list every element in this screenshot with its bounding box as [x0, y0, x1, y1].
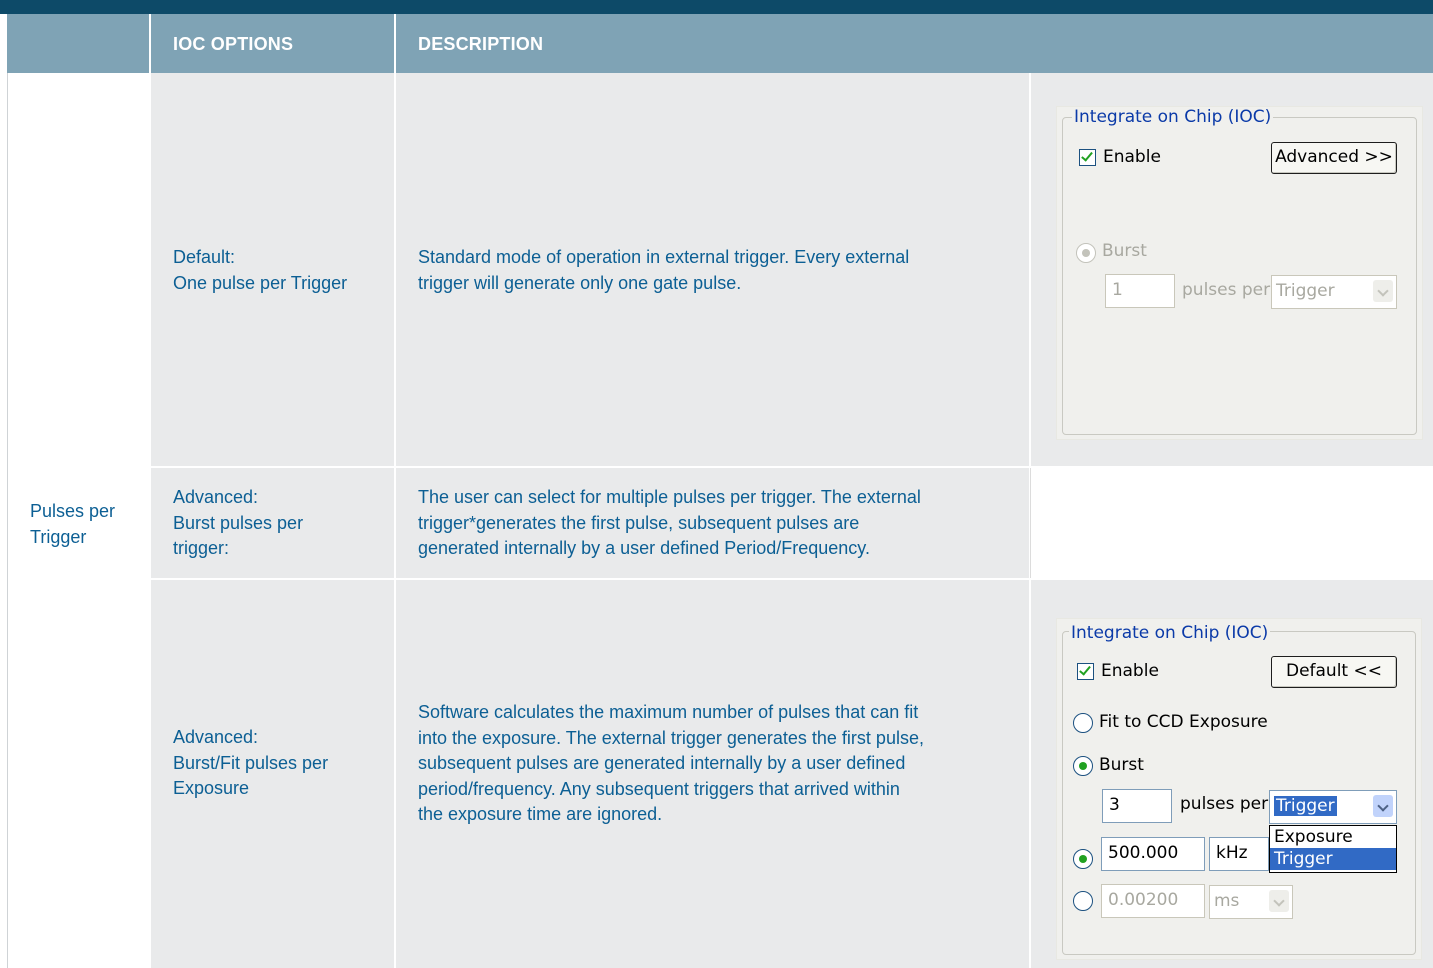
frequency-unit-select[interactable]: kHz: [1209, 837, 1269, 871]
chevron-down-icon[interactable]: [1373, 280, 1393, 302]
per-select-2[interactable]: Trigger: [1269, 790, 1397, 824]
pulses-input-2[interactable]: 3: [1102, 789, 1172, 823]
header-description: DESCRIPTION: [418, 34, 544, 54]
row-group-label: Pulses per Trigger: [30, 501, 116, 547]
row-3-option: Advanced: Burst/Fit pulses per Exposure: [173, 727, 329, 798]
ioc-dialog-default: Integrate on Chip (IOC) Enable Advanced …: [1056, 106, 1423, 440]
row-2-description: The user can select for multiple pulses …: [418, 487, 921, 558]
row-1-option: Default: One pulse per Trigger: [173, 247, 348, 293]
ioc-group-title: Integrate on Chip (IOC): [1072, 107, 1274, 127]
burst-radio[interactable]: [1076, 243, 1096, 263]
header-cell-empty: [7, 14, 149, 73]
dropdown-option-trigger[interactable]: Trigger: [1270, 848, 1396, 870]
dropdown-option-exposure[interactable]: Exposure: [1270, 826, 1396, 848]
header-cell-description: [396, 14, 1433, 73]
per-select-2-value: Trigger: [1274, 796, 1337, 816]
per-select-value: Trigger: [1276, 281, 1335, 301]
enable-checkbox-2[interactable]: [1077, 663, 1094, 680]
col-divider-row2: [1030, 468, 1031, 578]
per-dropdown-list: Exposure Trigger: [1269, 825, 1397, 873]
ioc-dialog-advanced: Integrate on Chip (IOC) Enable Default <…: [1056, 618, 1422, 960]
period-radio[interactable]: [1073, 891, 1093, 911]
advanced-button[interactable]: Advanced >>: [1271, 142, 1397, 174]
enable-label-2: Enable: [1101, 661, 1159, 681]
burst-label-2: Burst: [1099, 755, 1144, 775]
row-3-description: Software calculates the maximum number o…: [418, 702, 924, 824]
fit-exposure-label: Fit to CCD Exposure: [1099, 712, 1268, 732]
frequency-input[interactable]: 500.000: [1101, 837, 1205, 871]
burst-radio-2[interactable]: [1073, 756, 1093, 776]
col-divider-1: [394, 73, 396, 968]
enable-label: Enable: [1103, 147, 1161, 167]
ioc-group-title-2: Integrate on Chip (IOC): [1069, 623, 1271, 643]
table-row-2-image-cell: [1031, 468, 1433, 578]
header-ioc-options: IOC OPTIONS: [173, 34, 294, 54]
frequency-radio[interactable]: [1073, 849, 1093, 869]
period-input[interactable]: 0.00200: [1101, 884, 1205, 918]
fit-exposure-radio[interactable]: [1073, 713, 1093, 733]
row-1-description: Standard mode of operation in external t…: [418, 247, 910, 293]
pulses-input[interactable]: 1: [1105, 274, 1175, 308]
period-unit-select[interactable]: ms: [1209, 885, 1293, 919]
chevron-down-icon[interactable]: [1373, 795, 1393, 817]
row-2-option: Advanced: Burst pulses per trigger:: [173, 487, 304, 558]
enable-checkbox[interactable]: [1079, 149, 1096, 166]
pulses-per-label: pulses per: [1182, 280, 1271, 300]
top-bar: [0, 0, 1433, 14]
chevron-down-icon[interactable]: [1269, 890, 1289, 912]
pulses-per-label-2: pulses per: [1180, 794, 1269, 814]
default-button[interactable]: Default <<: [1271, 656, 1397, 688]
period-unit-value: ms: [1214, 891, 1240, 911]
burst-label: Burst: [1102, 241, 1147, 261]
per-select[interactable]: Trigger: [1271, 275, 1397, 309]
